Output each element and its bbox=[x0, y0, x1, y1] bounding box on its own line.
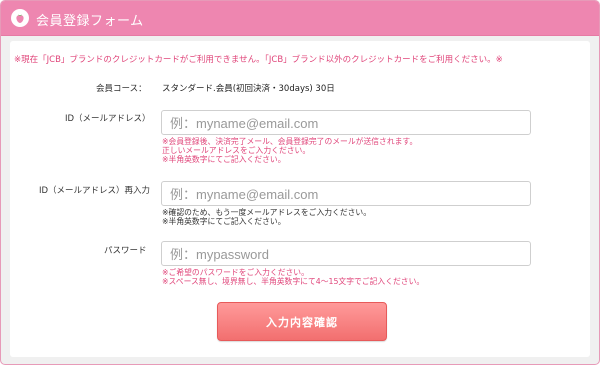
password-note-2: ※スペース無し、境界無し、半角英数字にて4～15文字でご記入ください。 bbox=[162, 277, 425, 286]
password-note-1: ※ご希望のパスワードをご入力ください。 bbox=[162, 268, 309, 277]
strawberry-icon bbox=[11, 9, 29, 27]
email-confirm-field[interactable]: 例：myname@email.com bbox=[161, 181, 531, 206]
email-note-3: ※半角英数字にてご記入ください。 bbox=[162, 155, 286, 164]
email-confirm-note-1: ※確認のため、もう一度メールアドレスをご入力ください。 bbox=[162, 208, 372, 217]
email-field[interactable]: 例：myname@email.com bbox=[161, 110, 531, 135]
course-value: スタンダード.会員(初回決済・30days) 30日 bbox=[162, 84, 335, 94]
email-note-1: ※会員登録後、決済完了メール、会員登録完了のメールが送信されます。 bbox=[162, 137, 418, 146]
registration-form-window: 会員登録フォーム ※現在「JCB」ブランドのクレジットカードがご利用できません。… bbox=[0, 0, 600, 365]
confirm-input-button[interactable]: 入力内容確認 bbox=[217, 302, 387, 341]
password-field[interactable]: 例：mypassword bbox=[161, 241, 531, 266]
email-confirm-note-2: ※半角英数字にてご記入ください。 bbox=[162, 217, 286, 226]
jcb-notice: ※現在「JCB」ブランドのクレジットカードがご利用できません。「JCB」ブランド… bbox=[14, 55, 503, 65]
email-label: ID（メールアドレス） bbox=[65, 114, 151, 124]
course-label: 会員コース： bbox=[96, 84, 147, 94]
email-note-2: 正しいメールアドレスをご入力ください。 bbox=[162, 146, 311, 155]
form-header: 会員登録フォーム bbox=[1, 1, 599, 36]
page-title: 会員登録フォーム bbox=[36, 14, 144, 29]
email-confirm-label: ID（メールアドレス）再入力 bbox=[39, 186, 151, 196]
password-label: パスワード bbox=[104, 246, 147, 256]
